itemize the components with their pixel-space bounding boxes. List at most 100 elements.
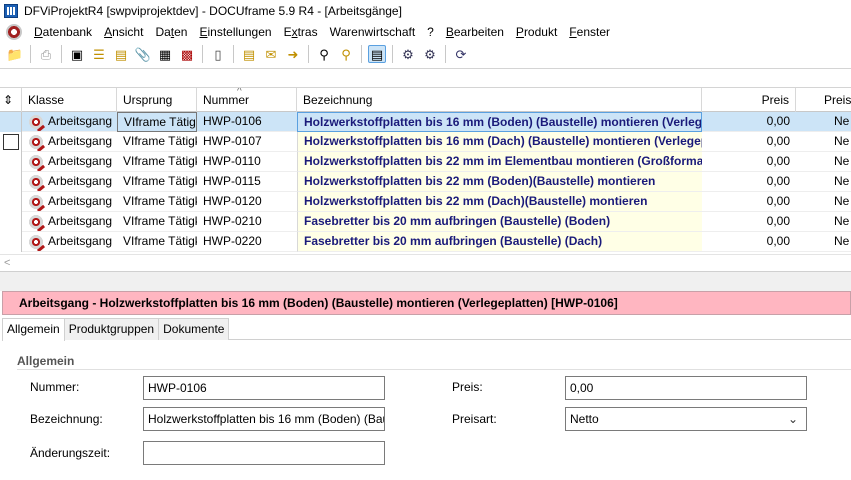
cell-nummer[interactable]: HWP-0210 (197, 212, 297, 232)
cell-preis[interactable]: 0,00 (702, 112, 796, 132)
column-header-ursprung[interactable]: Ursprung (117, 88, 197, 112)
menu-item-datenbank[interactable]: Datenbank (28, 25, 98, 39)
preisart-select[interactable]: Netto ⌄ (565, 407, 807, 431)
preis-field[interactable]: 0,00 (565, 376, 807, 400)
document-icon[interactable]: ▤ (112, 45, 130, 63)
cell-nummer[interactable]: HWP-0107 (197, 132, 297, 152)
menu-item-extras[interactable]: Extras (278, 25, 324, 39)
menu-item-produkt[interactable]: Produkt (510, 25, 563, 39)
cell-preisart[interactable]: Ne (796, 212, 851, 232)
column-header-preisart[interactable]: Preisa (796, 88, 851, 112)
cell-ursprung[interactable]: VIframe Tätigk (117, 172, 197, 192)
row-header[interactable] (0, 232, 22, 252)
cell-nummer[interactable]: HWP-0110 (197, 152, 297, 172)
cell-nummer[interactable]: HWP-0220 (197, 232, 297, 252)
cell-klasse[interactable]: Arbeitsgang (22, 132, 117, 152)
table-row[interactable]: Arbeitsgang VIframe Tätigk HWP-0106 Holzwer… (0, 112, 851, 132)
menu-item-daten[interactable]: Daten (149, 25, 193, 39)
cell-nummer[interactable]: HWP-0115 (197, 172, 297, 192)
aenderungszeit-field[interactable] (143, 441, 385, 465)
chevron-down-icon[interactable]: ⌄ (788, 408, 798, 430)
cell-preis[interactable]: 0,00 (702, 132, 796, 152)
menu-item-einstellungen[interactable]: Einstellungen (193, 25, 277, 39)
cell-ursprung[interactable]: VIframe Tätigk (117, 192, 197, 212)
cell-preisart[interactable]: Ne (796, 152, 851, 172)
cell-ursprung[interactable]: VIframe Tätigk (117, 232, 197, 252)
cell-preisart[interactable]: Ne (796, 112, 851, 132)
menu-item-fenster[interactable]: Fenster (563, 25, 616, 39)
mail-icon[interactable]: ✉ (262, 45, 280, 63)
cell-preisart[interactable]: Ne (796, 192, 851, 212)
list-icon[interactable]: ☰ (90, 45, 108, 63)
cell-ursprung[interactable]: VIframe Tätigk (117, 152, 197, 172)
row-header[interactable] (0, 132, 22, 152)
tab-dokumente[interactable]: Dokumente (158, 318, 230, 340)
tab-allgemein[interactable]: Allgemein (2, 318, 65, 341)
column-header-klasse[interactable]: Klasse (22, 88, 117, 112)
cell-preisart[interactable]: Ne (796, 232, 851, 252)
run-icon[interactable]: ⚙ (399, 45, 417, 63)
table-row[interactable]: Arbeitsgang VIframe Tätigk HWP-0120 Holzwer… (0, 192, 851, 212)
row-header[interactable] (0, 172, 22, 192)
table-row[interactable]: Arbeitsgang VIframe Tätigk HWP-0220 Fasebre… (0, 232, 851, 252)
calendar-icon[interactable]: ▩ (178, 45, 196, 63)
nummer-field[interactable]: HWP-0106 (143, 376, 385, 400)
cell-preis[interactable]: 0,00 (702, 232, 796, 252)
run-alt-icon[interactable]: ⚙ (421, 45, 439, 63)
cell-nummer[interactable]: HWP-0120 (197, 192, 297, 212)
menu-item-bearbeiten[interactable]: Bearbeiten (440, 25, 510, 39)
new-document-icon[interactable]: ▤ (240, 45, 258, 63)
cell-preis[interactable]: 0,00 (702, 192, 796, 212)
refresh-icon[interactable]: ⟳ (452, 45, 470, 63)
card-icon[interactable]: ▣ (68, 45, 86, 63)
column-header-nummer[interactable]: Nummer ^ (197, 88, 297, 112)
cell-ursprung[interactable]: VIframe Tätigk (117, 212, 197, 232)
row-header[interactable] (0, 212, 22, 232)
table-row[interactable]: Arbeitsgang VIframe Tätigk HWP-0107 Holzwer… (0, 132, 851, 152)
sheet-icon[interactable]: ▦ (156, 45, 174, 63)
cell-bezeichnung[interactable]: Fasebretter bis 20 mm aufbringen (Bauste… (297, 232, 702, 252)
cell-preisart[interactable]: Ne (796, 172, 851, 192)
cell-preis[interactable]: 0,00 (702, 172, 796, 192)
attach-icon[interactable]: 📎 (134, 45, 152, 63)
cell-klasse[interactable]: Arbeitsgang (22, 212, 117, 232)
cell-preis[interactable]: 0,00 (702, 212, 796, 232)
cell-bezeichnung[interactable]: Holzwerkstoffplatten bis 22 mm (Dach)(Ba… (297, 192, 702, 212)
menu-item-ansicht[interactable]: Ansicht (98, 25, 149, 39)
cell-bezeichnung[interactable]: Fasebretter bis 20 mm aufbringen (Bauste… (297, 212, 702, 232)
tab-produktgruppen[interactable]: Produktgruppen (63, 318, 160, 340)
search-icon[interactable]: ⚲ (315, 45, 333, 63)
menu-item-warenwirtschaft[interactable]: Warenwirtschaft (324, 25, 422, 39)
cell-ursprung[interactable]: VIframe Tätigk (117, 112, 197, 132)
row-header[interactable] (0, 152, 22, 172)
column-header-preis[interactable]: Preis (702, 88, 796, 112)
cell-bezeichnung[interactable]: Holzwerkstoffplatten bis 22 mm (Boden)(B… (297, 172, 702, 192)
splitter[interactable] (0, 271, 851, 291)
scroll-left-icon[interactable]: < (4, 257, 10, 269)
row-header[interactable] (0, 112, 22, 132)
cell-nummer[interactable]: HWP-0106 (197, 112, 297, 132)
cell-ursprung[interactable]: VIframe Tätigk (117, 132, 197, 152)
cell-preisart[interactable]: Ne (796, 132, 851, 152)
table-row[interactable]: Arbeitsgang VIframe Tätigk HWP-0210 Fasebre… (0, 212, 851, 232)
cell-klasse[interactable]: Arbeitsgang (22, 112, 117, 132)
preview-icon[interactable]: ▤ (368, 45, 386, 63)
filter-bar[interactable] (0, 68, 851, 88)
filter-icon[interactable]: ⚲ (337, 45, 355, 63)
cell-bezeichnung[interactable]: Holzwerkstoffplatten bis 22 mm im Elemen… (297, 152, 702, 172)
open-folder-icon[interactable]: 📁 (6, 45, 24, 63)
column-header-bezeichnung[interactable]: Bezeichnung (297, 88, 702, 112)
bezeichnung-field[interactable]: Holzwerkstoffplatten bis 16 mm (Boden) (… (143, 407, 385, 431)
cell-klasse[interactable]: Arbeitsgang (22, 232, 117, 252)
table-row[interactable]: Arbeitsgang VIframe Tätigk HWP-0115 Holzwer… (0, 172, 851, 192)
row-header[interactable] (0, 192, 22, 212)
cell-preis[interactable]: 0,00 (702, 152, 796, 172)
gear-icon[interactable] (6, 24, 22, 40)
print-icon[interactable]: ⎙ (37, 45, 55, 63)
horizontal-scrollbar[interactable]: < (0, 254, 851, 271)
phone-icon[interactable]: ▯ (209, 45, 227, 63)
table-row[interactable]: Arbeitsgang VIframe Tätigk HWP-0110 Holzwer… (0, 152, 851, 172)
cell-klasse[interactable]: Arbeitsgang (22, 172, 117, 192)
cell-klasse[interactable]: Arbeitsgang (22, 192, 117, 212)
export-icon[interactable]: ➜ (284, 45, 302, 63)
